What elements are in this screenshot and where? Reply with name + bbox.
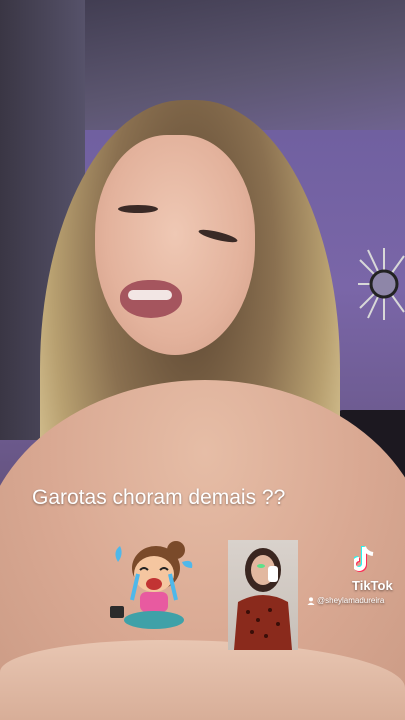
tiktok-username: @sheylamadureira [307,596,384,605]
person-face [95,135,255,355]
sunburst-mirror-icon [358,248,405,320]
video-frame [0,0,405,720]
crying-woman-sticker [228,540,298,650]
person-eye-left [118,205,158,213]
video-caption: Garotas choram demais ?? [32,486,286,509]
tiktok-note-icon [354,546,374,572]
person-teeth [128,290,172,300]
tiktok-username-text: @sheylamadureira [317,596,385,605]
crying-girl-sticker [110,541,193,629]
tiktok-brand-label: TikTok [352,578,393,593]
person-icon [307,596,315,605]
